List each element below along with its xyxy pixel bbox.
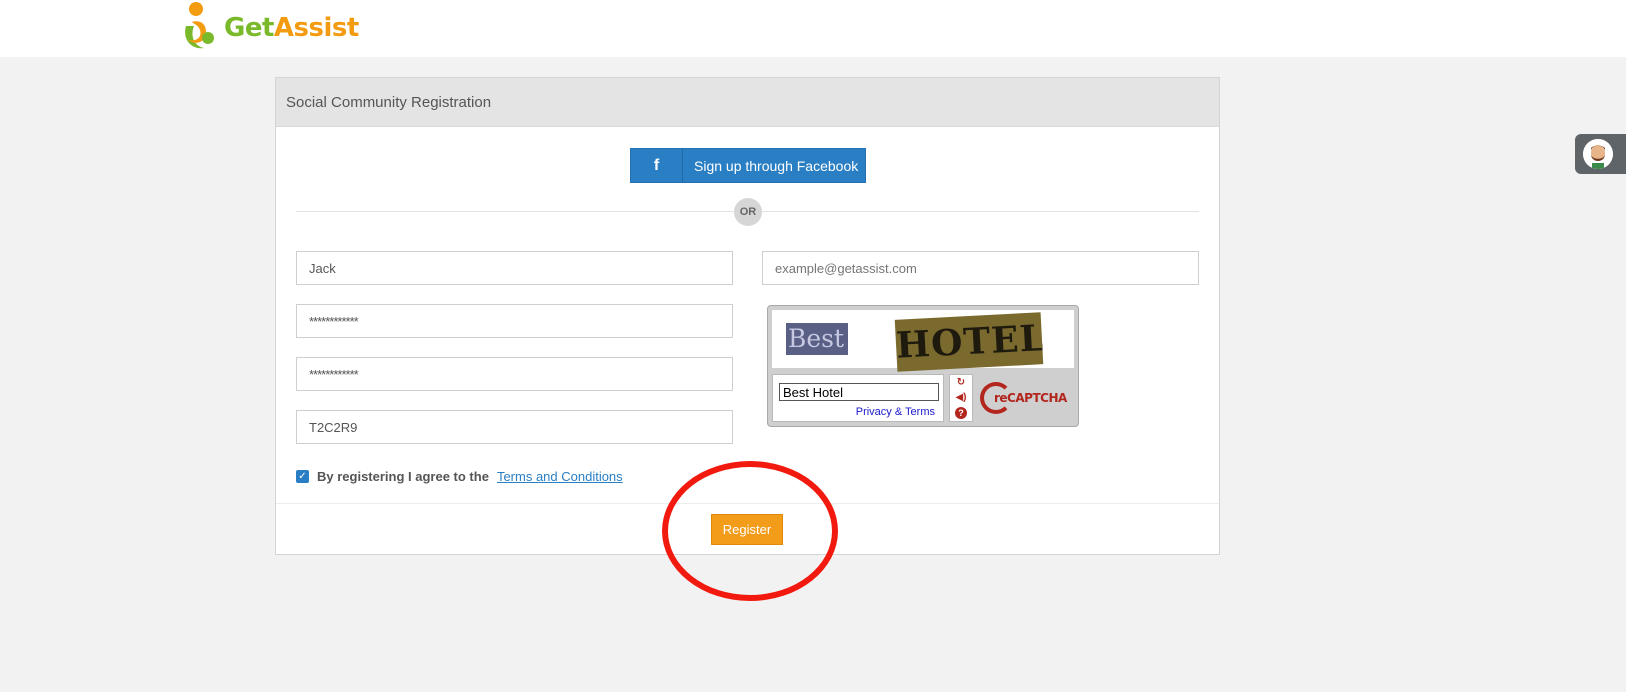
logo-text: GetAssist xyxy=(224,13,359,43)
or-badge: OR xyxy=(734,198,762,226)
audio-icon[interactable]: ◀) xyxy=(955,392,967,404)
terms-checkbox[interactable]: ✓ xyxy=(296,470,309,483)
recaptcha-ring-icon xyxy=(980,382,1012,414)
getassist-logo[interactable]: GetAssist xyxy=(176,0,359,54)
support-chat-tab[interactable] xyxy=(1575,134,1626,174)
recaptcha-widget: Best HOTEL Privacy & Terms ↻ ◀) ? reCAPT… xyxy=(767,305,1079,427)
captcha-response-box: Privacy & Terms xyxy=(772,374,944,422)
captcha-word-1: Best xyxy=(786,323,848,355)
card-title: Social Community Registration xyxy=(276,78,1219,127)
captcha-image: Best HOTEL xyxy=(772,310,1074,372)
terms-row: ✓ By registering I agree to the Terms an… xyxy=(296,469,623,484)
password-field[interactable] xyxy=(296,304,733,338)
facebook-signup-label: Sign up through Facebook xyxy=(694,157,859,174)
confirm-password-field[interactable] xyxy=(296,357,733,391)
postal-code-field[interactable] xyxy=(296,410,733,444)
site-header: GetAssist xyxy=(0,0,1626,57)
facebook-icon: f xyxy=(631,149,683,182)
captcha-privacy-link[interactable]: Privacy & Terms xyxy=(856,406,935,418)
registration-card: Social Community Registration f Sign up … xyxy=(275,77,1220,555)
name-field[interactable] xyxy=(296,251,733,285)
captcha-word-2: HOTEL xyxy=(894,312,1044,372)
avatar xyxy=(1583,139,1613,169)
logo-person-icon xyxy=(176,0,222,54)
captcha-tools: ↻ ◀) ? xyxy=(949,374,973,422)
footer-divider xyxy=(276,503,1219,504)
captcha-response-input[interactable] xyxy=(779,383,939,401)
recaptcha-logo: reCAPTCHA xyxy=(980,378,1070,418)
terms-link[interactable]: Terms and Conditions xyxy=(497,469,623,484)
email-field[interactable] xyxy=(762,251,1199,285)
refresh-icon[interactable]: ↻ xyxy=(955,377,967,389)
register-button[interactable]: Register xyxy=(711,514,783,545)
terms-text: By registering I agree to the xyxy=(317,469,489,484)
help-icon[interactable]: ? xyxy=(955,407,967,420)
facebook-signup-button[interactable]: f Sign up through Facebook xyxy=(630,148,866,183)
